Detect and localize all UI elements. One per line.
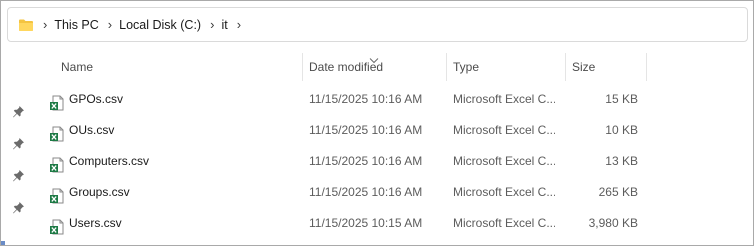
pin-icon[interactable]: [11, 169, 25, 183]
pin-icon[interactable]: [11, 105, 25, 119]
excel-csv-icon: [49, 92, 65, 111]
file-name[interactable]: Users.csv: [69, 208, 122, 239]
column-header-row: Name Date modified Type Size: [41, 53, 701, 81]
file-name-cell: GPOs.csv: [49, 84, 299, 115]
chevron-right-icon[interactable]: ›: [43, 17, 47, 32]
file-type: Microsoft Excel C...: [453, 185, 555, 199]
file-row[interactable]: Computers.csv 11/15/2025 10:16 AM Micros…: [41, 146, 651, 177]
excel-csv-icon: [49, 185, 65, 204]
file-name[interactable]: OUs.csv: [69, 115, 114, 146]
file-date-modified: 11/15/2025 10:16 AM: [309, 185, 423, 199]
excel-csv-icon: [49, 154, 65, 173]
file-size: 13 KB: [605, 154, 638, 168]
file-type: Microsoft Excel C...: [453, 154, 555, 168]
pin-icon[interactable]: [11, 137, 25, 151]
column-divider[interactable]: [302, 53, 303, 81]
folder-icon: [18, 18, 34, 32]
file-size: 265 KB: [598, 185, 638, 199]
file-row[interactable]: OUs.csv 11/15/2025 10:16 AM Microsoft Ex…: [41, 115, 651, 146]
file-row[interactable]: Groups.csv 11/15/2025 10:16 AM Microsoft…: [41, 177, 651, 208]
column-divider[interactable]: [646, 53, 647, 81]
file-name[interactable]: Computers.csv: [69, 146, 149, 177]
pin-icon[interactable]: [11, 201, 25, 215]
file-size: 10 KB: [605, 123, 638, 137]
file-name-cell: Computers.csv: [49, 146, 299, 177]
file-date-modified: 11/15/2025 10:16 AM: [309, 92, 423, 106]
file-name-cell: OUs.csv: [49, 115, 299, 146]
file-size: 3,980 KB: [588, 216, 638, 230]
column-header-size[interactable]: Size: [572, 53, 595, 81]
chevron-right-icon[interactable]: ›: [210, 17, 214, 32]
column-divider[interactable]: [446, 53, 447, 81]
file-row[interactable]: Users.csv 11/15/2025 10:15 AM Microsoft …: [41, 208, 651, 239]
file-row[interactable]: GPOs.csv 11/15/2025 10:16 AM Microsoft E…: [41, 84, 651, 115]
file-size: 15 KB: [605, 92, 638, 106]
file-name[interactable]: GPOs.csv: [69, 84, 123, 115]
file-date-modified: 11/15/2025 10:16 AM: [309, 123, 423, 137]
column-header-name[interactable]: Name: [61, 53, 93, 81]
file-explorer-window: › This PC › Local Disk (C:) › it › Name …: [0, 0, 754, 246]
breadcrumb-it[interactable]: it: [221, 18, 227, 32]
corner-accent: [1, 241, 5, 245]
chevron-right-icon[interactable]: ›: [108, 17, 112, 32]
file-name[interactable]: Groups.csv: [69, 177, 130, 208]
file-name-cell: Groups.csv: [49, 177, 299, 208]
file-date-modified: 11/15/2025 10:16 AM: [309, 154, 423, 168]
breadcrumb-local-disk[interactable]: Local Disk (C:): [119, 18, 201, 32]
file-name-cell: Users.csv: [49, 208, 299, 239]
chevron-right-icon[interactable]: ›: [237, 17, 241, 32]
excel-csv-icon: [49, 216, 65, 235]
column-header-date-modified[interactable]: Date modified: [309, 53, 383, 81]
breadcrumb-this-pc[interactable]: This PC: [54, 18, 98, 32]
file-type: Microsoft Excel C...: [453, 216, 555, 230]
file-date-modified: 11/15/2025 10:15 AM: [309, 216, 423, 230]
file-type: Microsoft Excel C...: [453, 92, 555, 106]
column-header-type[interactable]: Type: [453, 53, 479, 81]
address-bar[interactable]: › This PC › Local Disk (C:) › it ›: [7, 7, 748, 42]
column-divider[interactable]: [565, 53, 566, 81]
excel-csv-icon: [49, 123, 65, 142]
file-type: Microsoft Excel C...: [453, 123, 555, 137]
